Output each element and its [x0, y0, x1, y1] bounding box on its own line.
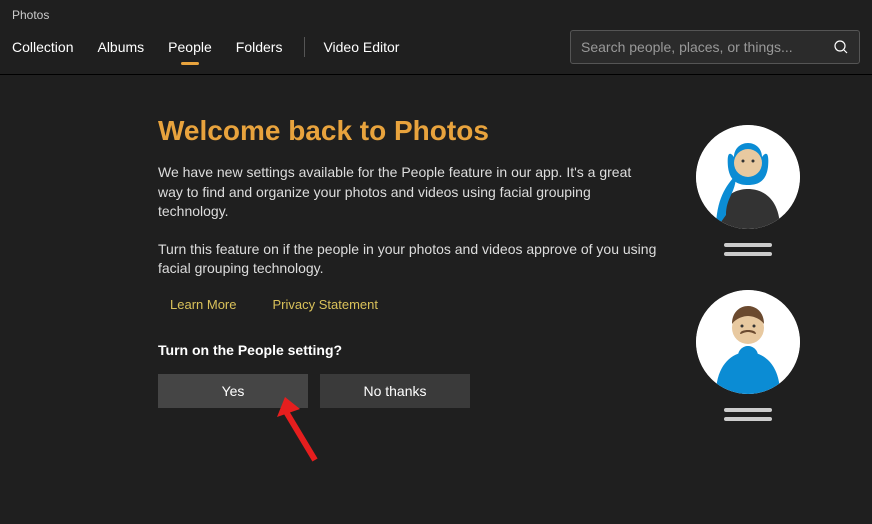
tab-video-editor[interactable]: Video Editor	[323, 33, 399, 61]
avatar-2	[696, 290, 800, 394]
name-placeholder-2	[724, 408, 772, 421]
learn-more-link[interactable]: Learn More	[170, 297, 236, 312]
app-title: Photos	[12, 8, 49, 22]
main-column: Welcome back to Photos We have new setti…	[158, 115, 668, 441]
search-icon[interactable]	[833, 39, 849, 55]
no-thanks-button[interactable]: No thanks	[320, 374, 470, 408]
welcome-para-1: We have new settings available for the P…	[158, 163, 658, 222]
tab-albums[interactable]: Albums	[97, 33, 144, 61]
content: Welcome back to Photos We have new setti…	[0, 75, 872, 441]
people-preview-column	[668, 115, 828, 441]
yes-button[interactable]: Yes	[158, 374, 308, 408]
links-row: Learn More Privacy Statement	[170, 297, 668, 312]
nav-bar: Collection Albums People Folders Video E…	[0, 30, 872, 75]
nav-tabs: Collection Albums People Folders	[12, 33, 282, 61]
title-bar: Photos	[0, 0, 872, 30]
button-row: Yes No thanks	[158, 374, 668, 408]
search-box[interactable]	[570, 30, 860, 64]
welcome-headline: Welcome back to Photos	[158, 115, 668, 147]
welcome-para-2: Turn this feature on if the people in yo…	[158, 240, 658, 279]
tab-people[interactable]: People	[168, 33, 212, 61]
privacy-link[interactable]: Privacy Statement	[272, 297, 378, 312]
avatar-1	[696, 125, 800, 229]
tab-collection[interactable]: Collection	[12, 33, 73, 61]
nav-divider	[304, 37, 305, 57]
name-placeholder-1	[724, 243, 772, 256]
search-input[interactable]	[581, 39, 833, 55]
setting-prompt: Turn on the People setting?	[158, 342, 668, 358]
tab-folders[interactable]: Folders	[236, 33, 283, 61]
